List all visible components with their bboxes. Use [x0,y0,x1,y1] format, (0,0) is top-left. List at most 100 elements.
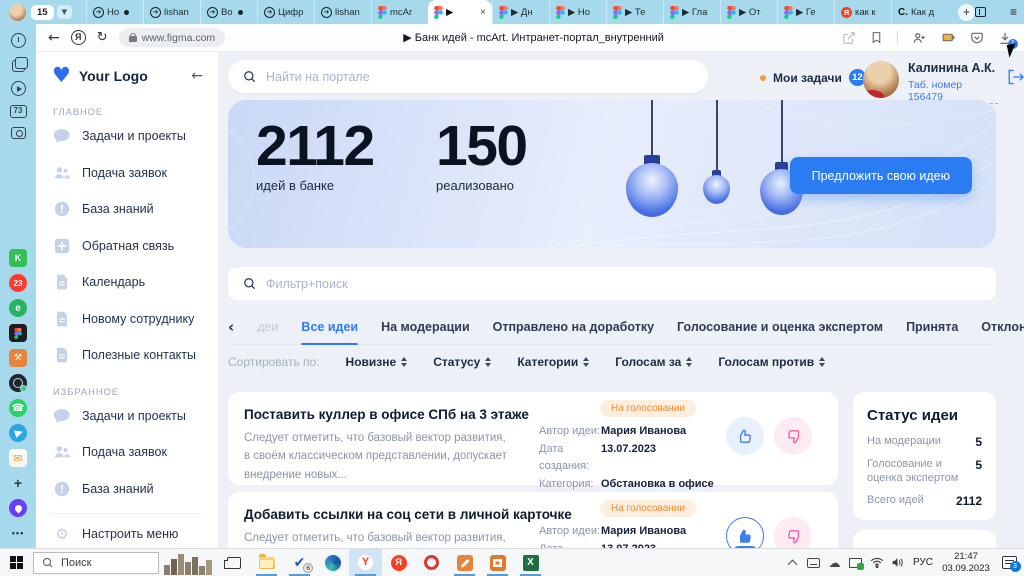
mail-unread-badge[interactable]: 23 [9,274,27,292]
tab-counter[interactable]: 15 [31,5,54,20]
search-input[interactable] [266,70,693,84]
back-icon[interactable]: ← [48,30,60,46]
evernote-icon[interactable]: e [9,299,27,317]
start-button[interactable] [0,549,33,576]
whatsapp-icon[interactable]: ☎ [9,399,27,417]
address-bar[interactable]: www.figma.com [119,28,226,47]
edge-button[interactable] [316,549,349,576]
telegram-icon[interactable] [9,424,27,442]
chart-app-button[interactable] [481,549,514,576]
bookmark-icon[interactable] [870,31,883,44]
screenshot-icon[interactable] [11,127,26,139]
sidebar-fav-requests[interactable]: Подача заявок [36,434,218,471]
browser-tab[interactable]: Якак к [834,0,891,24]
thumbs-down-button[interactable] [774,417,812,455]
thumbs-down-button[interactable] [774,517,812,548]
browser-menu-icon[interactable]: ≡ [1010,6,1017,18]
tool-app-icon[interactable]: ⚒ [9,349,27,367]
browser-tab[interactable]: ▶ Дн [492,0,549,24]
sort-novelty[interactable]: Новизне [346,355,408,369]
reload-icon[interactable]: ↻ [97,30,108,45]
yandex-home-icon[interactable]: Я [71,30,86,45]
video-icon[interactable] [11,81,26,96]
download-icon[interactable]: 1 [998,31,1012,45]
my-tasks[interactable]: Мои задачи 12 [760,69,866,86]
yandex-app-button[interactable]: Я [382,549,415,576]
thumbs-up-button-voted[interactable]: 142 [726,517,764,548]
notification-center-button[interactable]: 3 [994,549,1024,576]
browser-tab[interactable]: ▶ Но [549,0,606,24]
display-status-button[interactable] [845,549,866,576]
add-panel-icon[interactable]: + [9,474,27,492]
sidebar-collapse-icon[interactable]: ← [191,68,203,84]
volume-button[interactable] [887,549,908,576]
tab-voting[interactable]: Голосование и оценка экспертом [677,310,883,344]
sidebar-item-contacts[interactable]: Полезные контакты [36,337,218,374]
logout-icon[interactable] [1007,69,1024,85]
language-indicator[interactable]: РУС [908,557,938,568]
more-icon[interactable]: ••• [9,524,27,542]
sort-votes-for[interactable]: Голосам за [615,355,692,369]
news-widget[interactable] [159,550,217,576]
tab-sent-rework[interactable]: Отправлено на доработку [493,310,654,344]
collections-icon[interactable] [12,60,25,72]
sidebar-fav-tasks[interactable]: Задачи и проекты [36,398,218,435]
sort-category[interactable]: Категории [517,355,589,369]
yandex-mail-icon[interactable]: ✉ [9,449,27,467]
sort-status[interactable]: Статусу [433,355,491,369]
browser-profile-avatar[interactable] [9,4,26,21]
sort-votes-against[interactable]: Голосам против [718,355,825,369]
browser-tab[interactable]: ▶ Те [606,0,663,24]
taskbar-search[interactable]: Поиск [33,552,159,574]
browser-tab-active[interactable]: ▶× [428,0,492,24]
browser-tab[interactable]: ➔Цифр [257,0,314,24]
browser-tab[interactable]: ➔Но [86,0,143,24]
tab-close-icon[interactable]: × [480,7,486,18]
file-explorer-button[interactable] [250,549,283,576]
tabs-count-icon[interactable]: 73 [10,105,27,118]
idea-title[interactable]: Поставить куллер в офисе СПб на 3 этаже [244,407,529,422]
opera-button[interactable] [415,549,448,576]
partial-tab[interactable]: деи [257,320,278,334]
extension-icon[interactable] [941,31,956,44]
idea-title[interactable]: Добавить ссылки на соц сети в личной кар… [244,507,572,522]
tab-declined[interactable]: Отклонено [981,310,1024,344]
browser-tab[interactable]: ▶ Гла [663,0,720,24]
messenger-icon[interactable] [9,374,27,392]
new-tab-button[interactable]: + [958,4,975,21]
check-app-button[interactable]: ✔6 [283,549,316,576]
browser-tab[interactable]: mcAr [371,0,428,24]
avatar[interactable] [863,61,899,98]
tray-expand-button[interactable] [782,549,803,576]
sidebar-item-requests[interactable]: Подача заявок [36,155,218,192]
thumbs-up-button[interactable] [726,417,764,455]
touch-keyboard-button[interactable] [803,549,824,576]
user-box[interactable]: Калинина А.К. Таб. номер 156479 [863,61,1024,105]
figma-app-icon[interactable] [9,324,27,342]
portal-search[interactable] [228,60,708,93]
onedrive-button[interactable]: ☁ [824,549,845,576]
filter-input[interactable] [266,277,981,291]
clock[interactable]: 21:47 03.09.2023 [938,551,994,574]
history-icon[interactable] [11,33,26,48]
browser-tab[interactable]: ➔lishan [314,0,371,24]
tab-moderation[interactable]: На модерации [381,310,470,344]
sidebar-item-knowledge[interactable]: База знаний [36,191,218,228]
browser-tab[interactable]: ▶ От [720,0,777,24]
sidebar-item-calendar[interactable]: Календарь [36,264,218,301]
tool-app-button[interactable] [448,549,481,576]
tab-all-ideas[interactable]: Все идеи [301,310,358,344]
browser-tab[interactable]: C.Как д [891,0,948,24]
alisa-icon[interactable] [9,499,27,517]
tab-list-chevron-icon[interactable]: ▼ [57,5,72,19]
tab-accepted[interactable]: Принята [906,310,958,344]
network-button[interactable] [866,549,887,576]
pocket-icon[interactable] [970,31,984,45]
browser-tab[interactable]: ➔Во [200,0,257,24]
extension-k-icon[interactable]: K [9,249,27,267]
idea-card[interactable]: Поставить куллер в офисе СПб на 3 этаже … [228,392,838,485]
excel-button[interactable]: X [514,549,547,576]
filter-search[interactable] [228,267,996,300]
idea-card[interactable]: Добавить ссылки на соц сети в личной кар… [228,492,838,548]
browser-tab[interactable]: ▶ Ге [777,0,834,24]
